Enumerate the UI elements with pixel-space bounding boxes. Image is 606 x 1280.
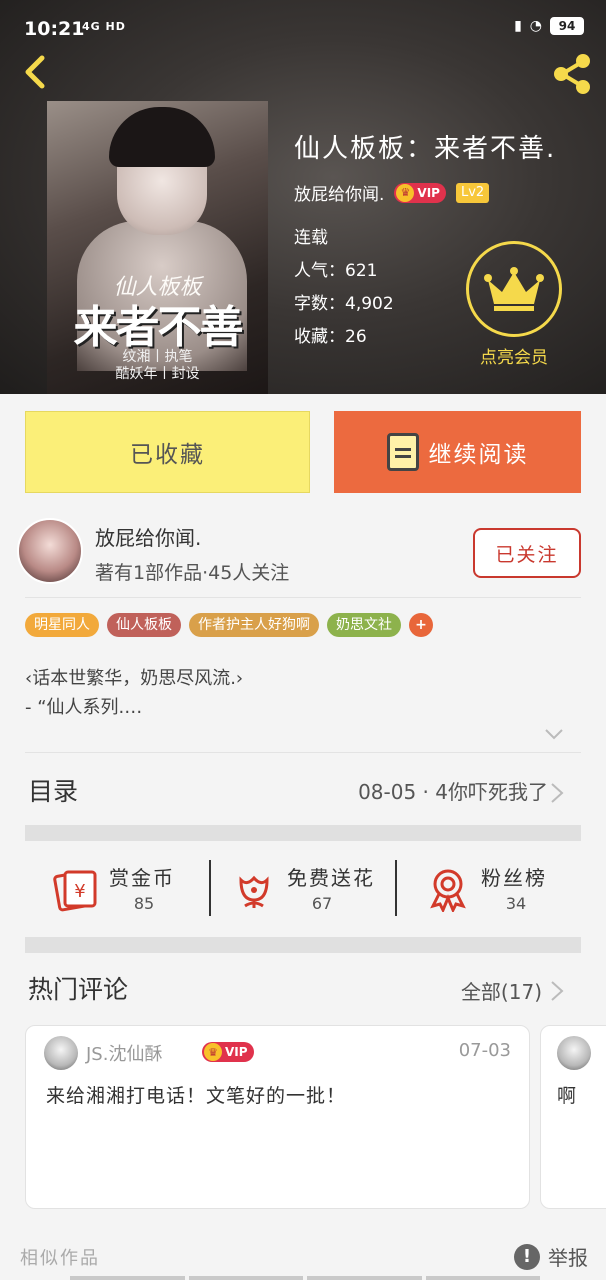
alert-icon: !: [514, 1243, 540, 1270]
author-avatar[interactable]: [17, 518, 83, 584]
intro-line: - “仙人系列.…: [25, 697, 143, 718]
chevron-down-icon[interactable]: [545, 728, 563, 740]
commenter-avatar[interactable]: [557, 1036, 591, 1070]
collected-button[interactable]: 已收藏: [25, 411, 310, 493]
tag[interactable]: 仙人板板: [107, 613, 181, 637]
stat-label: 赏金币: [109, 866, 175, 890]
author-name[interactable]: 放屁给你闻.: [95, 522, 201, 551]
vibrate-icon: ▮: [514, 18, 522, 34]
book-status: 连载: [294, 228, 328, 248]
similar-works-strip[interactable]: [70, 1276, 540, 1280]
continue-reading-button[interactable]: 继续阅读: [334, 411, 581, 493]
intro-line: ‹话本世繁华，奶思尽风流.›: [25, 668, 244, 689]
status-time: 10:21: [24, 18, 85, 40]
book-cover[interactable]: 仙人板板 来者不善 纹湘丨执笔 酷妖年丨封设: [47, 101, 268, 394]
share-icon[interactable]: [548, 50, 596, 98]
section-separator: [25, 825, 581, 841]
tag[interactable]: 明星同人: [25, 613, 99, 637]
crown-icon: ♛: [204, 1043, 222, 1061]
book-popularity: 人气：621: [294, 261, 378, 281]
stat-label: 免费送花: [287, 866, 375, 890]
author-works: 著有1部作品·45人关注: [95, 562, 290, 584]
crown-icon: ♛: [396, 183, 415, 202]
book-header: 10:21 4G HD ▮ ◔ 94 仙人板板 来者不善 纹湘丨执笔 酷妖年丨封…: [0, 0, 606, 394]
crown-icon: [484, 267, 544, 311]
catalog-label: 目录: [28, 777, 79, 806]
comments-label: 热门评论: [28, 975, 129, 1004]
book-favorites: 收藏：26: [294, 327, 367, 347]
similar-works-label: 相似作品: [20, 1248, 100, 1269]
book-icon: [386, 433, 419, 471]
divider: [209, 860, 211, 916]
continue-reading-label: 继续阅读: [428, 442, 529, 468]
book-title: 仙人板板：来者不善.: [294, 134, 557, 164]
book-word-count: 字数：4,902: [294, 294, 394, 314]
stat-value: 34: [505, 894, 527, 913]
stat-value: 85: [133, 894, 155, 913]
comment-card[interactable]: JS.沈仙酥 ♛ VIP 07-03 来给湘湘打电话！文笔好的一批！: [25, 1025, 530, 1209]
chevron-right-icon[interactable]: [550, 980, 564, 1002]
tag[interactable]: 奶思文社: [327, 613, 401, 637]
comment-text: 啊: [557, 1085, 578, 1107]
all-comments-link[interactable]: 全部(17): [461, 976, 542, 1005]
level-badge: Lv2: [455, 182, 490, 203]
chevron-right-icon: [551, 783, 564, 803]
comment-card[interactable]: 啊: [540, 1025, 606, 1209]
support-stats: ¥ 赏金币 85 免费送花 67 粉丝榜 34: [25, 842, 581, 932]
member-button[interactable]: [466, 241, 562, 337]
report-button[interactable]: ! 举报: [514, 1242, 588, 1271]
battery-indicator: 94: [550, 17, 584, 35]
vip-badge: ♛ VIP: [202, 1042, 254, 1062]
medal-icon: [430, 869, 466, 912]
network-indicator: 4G HD: [82, 20, 126, 33]
commenter-name[interactable]: JS.沈仙酥: [86, 1040, 162, 1066]
footer-row: 相似作品 ! 举报: [0, 1236, 606, 1280]
cover-credit-design: 酷妖年丨封设: [115, 366, 200, 382]
divider: [25, 752, 581, 753]
author-section: 放屁给你闻. 著有1部作品·45人关注 已关注: [0, 510, 606, 598]
comment-date: 07-03: [458, 1040, 511, 1061]
flower-icon: [239, 875, 269, 908]
stat-label: 粉丝榜: [481, 866, 547, 890]
vip-badge: ♛ VIP: [394, 182, 446, 203]
book-intro: ‹话本世繁华，奶思尽风流.› - “仙人系列.…: [25, 664, 243, 722]
add-tag-button[interactable]: +: [409, 613, 433, 637]
stat-value: 67: [311, 894, 333, 913]
book-author[interactable]: 放屁给你闻.: [294, 180, 384, 205]
book-author-row: 放屁给你闻. ♛ VIP Lv2: [294, 180, 490, 205]
tag[interactable]: 作者护主人好狗啊: [189, 613, 319, 637]
commenter-avatar[interactable]: [44, 1036, 78, 1070]
comments-header: 热门评论 全部(17): [0, 962, 606, 1012]
comment-text: 来给湘湘打电话！文笔好的一批！: [46, 1085, 347, 1107]
divider: [25, 597, 581, 598]
follow-button[interactable]: 已关注: [473, 528, 581, 578]
status-bar: 10:21 4G HD ▮ ◔ 94: [0, 0, 606, 44]
latest-chapter[interactable]: 08-05 · 4你吓死我了: [358, 776, 548, 805]
member-label[interactable]: 点亮会员: [466, 343, 562, 368]
section-separator: [25, 937, 581, 953]
gold-coin-icon: ¥: [53, 870, 97, 912]
back-icon[interactable]: [16, 52, 56, 92]
tag-list: 明星同人 仙人板板 作者护主人好狗啊 奶思文社 +: [25, 613, 433, 637]
divider: [395, 860, 397, 916]
alarm-icon: ◔: [529, 18, 542, 34]
catalog-row[interactable]: 目录 08-05 · 4你吓死我了: [0, 760, 606, 820]
svg-text:¥: ¥: [74, 881, 85, 902]
